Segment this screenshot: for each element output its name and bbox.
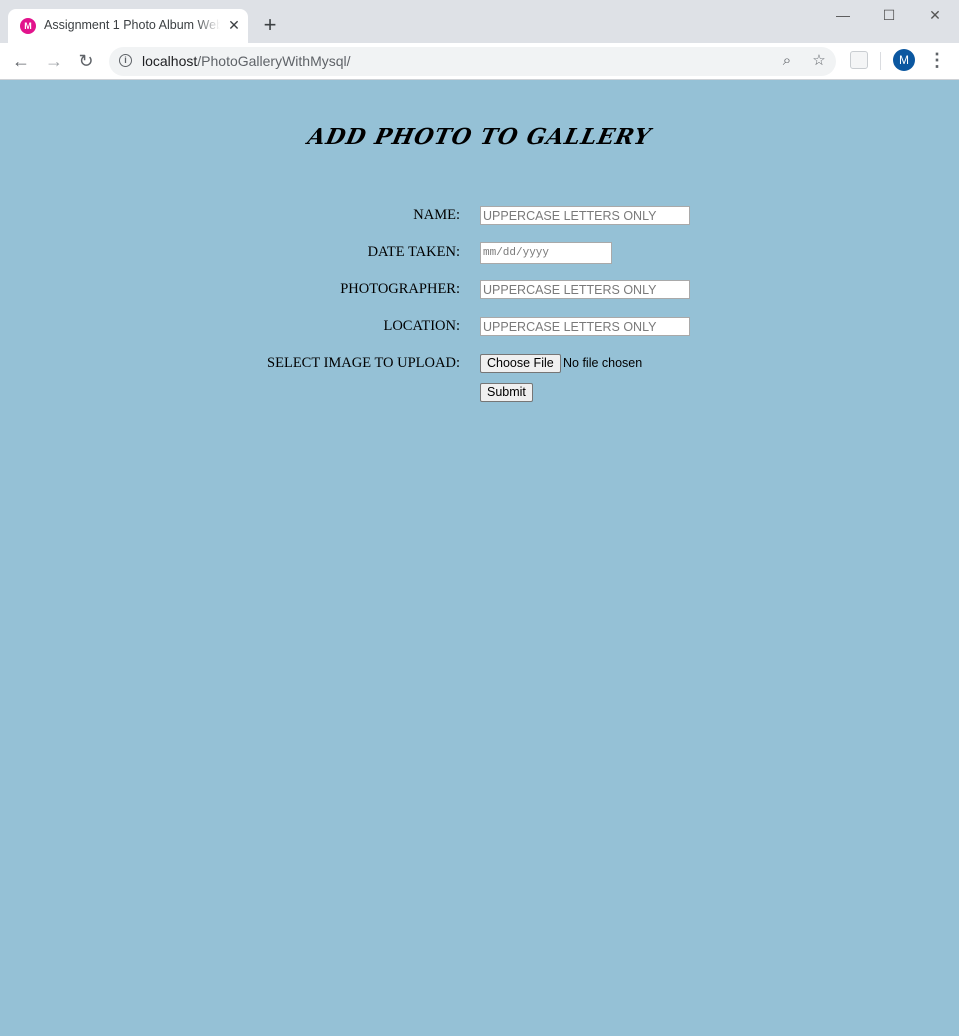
url-path: /PhotoGalleryWithMysql/	[197, 53, 351, 69]
photographer-label: PHOTOGRAPHER:	[340, 281, 460, 297]
new-tab-icon[interactable]: +	[258, 14, 282, 38]
forward-arrow-icon[interactable]: →	[42, 49, 66, 73]
url-host: localhost	[142, 53, 198, 69]
minimize-icon[interactable]: —	[832, 4, 854, 26]
date-taken-label: DATE TAKEN:	[367, 244, 460, 260]
bookmark-star-icon[interactable]: ☆	[809, 51, 829, 71]
address-bar[interactable]: i localhost/PhotoGalleryWithMysql/ ⌕ ☆	[109, 47, 836, 76]
browser-toolbar: ← → ↻ i localhost/PhotoGalleryWithMysql/…	[0, 43, 959, 80]
tab-strip: M Assignment 1 Photo Album Web ✕ + — ☐ ✕	[0, 0, 959, 43]
submit-button[interactable]: Submit	[480, 383, 533, 402]
choose-file-button[interactable]: Choose File	[480, 354, 561, 373]
extension-icon[interactable]	[850, 51, 868, 69]
site-info-icon[interactable]: i	[119, 54, 132, 67]
reload-icon[interactable]: ↻	[74, 49, 98, 73]
photographer-input[interactable]	[480, 280, 690, 299]
page-content: ADD PHOTO TO GALLERY NAME: DATE TAKEN: P…	[0, 80, 959, 1036]
browser-menu-icon[interactable]: ⋮	[928, 49, 946, 73]
location-input[interactable]	[480, 317, 690, 336]
url-text[interactable]: localhost/PhotoGalleryWithMysql/	[142, 53, 351, 69]
tab-title: Assignment 1 Photo Album Web	[44, 18, 220, 32]
window-close-icon[interactable]: ✕	[924, 4, 946, 26]
name-input[interactable]	[480, 206, 690, 225]
location-label: LOCATION:	[383, 318, 460, 334]
page-title: ADD PHOTO TO GALLERY	[305, 124, 654, 150]
upload-label: SELECT IMAGE TO UPLOAD:	[267, 355, 460, 371]
browser-tab[interactable]: M Assignment 1 Photo Album Web ✕	[8, 9, 248, 43]
back-arrow-icon[interactable]: ←	[9, 49, 33, 73]
site-favicon-icon: M	[20, 18, 36, 34]
date-taken-input[interactable]	[480, 242, 612, 264]
tab-close-icon[interactable]: ✕	[226, 17, 242, 33]
maximize-icon[interactable]: ☐	[878, 4, 900, 26]
file-status-text: No file chosen	[563, 356, 643, 370]
toolbar-divider	[880, 52, 881, 70]
name-label: NAME:	[413, 207, 460, 223]
zoom-icon[interactable]: ⌕	[777, 51, 797, 71]
profile-avatar[interactable]: M	[893, 49, 915, 71]
browser-chrome: M Assignment 1 Photo Album Web ✕ + — ☐ ✕…	[0, 0, 959, 80]
